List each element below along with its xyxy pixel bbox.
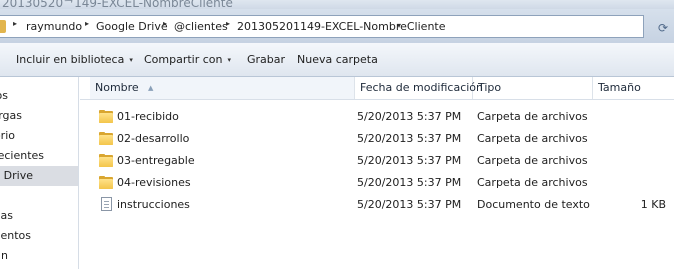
folder-icon [99,132,113,145]
file-name: 03-entregable [117,154,195,167]
burn-label: Grabar [247,53,286,66]
include-library-label: Incluir en biblioteca [16,53,125,66]
text-document-icon [101,197,112,211]
file-row[interactable]: 01-recibido 5/20/2013 5:37 PM Carpeta de… [80,106,674,128]
navigation-pane: os rgas orio recientes e Drive as mentos… [0,77,79,269]
file-name: 01-recibido [117,110,179,123]
folder-icon [99,154,113,167]
window-title-bar: 20130520ᄏ149-EXCEL-NombreCliente [0,0,674,9]
column-header-label: Fecha de modificación [360,81,484,94]
folder-icon [99,176,113,189]
share-with-label: Compartir con [144,53,223,66]
nav-item-selected[interactable]: e Drive [0,166,78,186]
column-header-row: Nombre ▲ Fecha de modificación Tipo Tama… [80,77,674,100]
nav-item[interactable]: n [0,246,78,266]
chevron-right-icon[interactable]: ▸ [85,19,89,28]
file-name: 02-desarrollo [117,132,190,145]
folder-icon [99,110,113,123]
file-name: instrucciones [117,198,190,211]
column-header-label: Tipo [478,81,502,94]
breadcrumb-item[interactable]: raymundo [26,20,82,33]
nav-item[interactable]: mentos [0,226,78,246]
address-box[interactable]: ▸ raymundo ▸ Google Drive ▸ @clientes ▸ … [0,15,644,38]
new-folder-button[interactable]: Nueva carpeta [297,53,378,66]
file-row[interactable]: 04-revisiones 5/20/2013 5:37 PM Carpeta … [80,172,674,194]
file-row[interactable]: 02-desarrollo 5/20/2013 5:37 PM Carpeta … [80,128,674,150]
file-name: 04-revisiones [117,176,191,189]
column-header-name[interactable]: Nombre ▲ [90,77,355,99]
chevron-right-icon[interactable]: ▸ [226,19,230,28]
file-row[interactable]: 03-entregable 5/20/2013 5:37 PM Carpeta … [80,150,674,172]
column-header-type[interactable]: Tipo [473,77,593,99]
nav-item[interactable]: as [0,206,78,226]
include-library-button[interactable]: Incluir en biblioteca ▾ [16,53,133,66]
file-modified: 5/20/2013 5:37 PM [357,198,462,211]
file-modified: 5/20/2013 5:37 PM [357,132,462,145]
file-type: Carpeta de archivos [477,110,588,123]
column-header-modified[interactable]: Fecha de modificación [355,77,483,99]
file-modified: 5/20/2013 5:37 PM [357,110,462,123]
breadcrumb-item[interactable]: Google Drive [96,20,168,33]
file-type: Documento de texto [477,198,590,211]
breadcrumb-item[interactable]: @clientes [174,20,228,33]
column-header-label: Tamaño [598,81,641,94]
nav-item[interactable]: recientes [0,146,78,166]
file-type: Carpeta de archivos [477,176,588,189]
column-header-label: Nombre [95,81,139,94]
sort-ascending-icon: ▲ [148,84,154,92]
chevron-right-icon[interactable]: ▸ [163,19,167,28]
file-modified: 5/20/2013 5:37 PM [357,176,462,189]
folder-icon [0,20,6,33]
file-type: Carpeta de archivos [477,132,588,145]
breadcrumb-item[interactable]: 201305201149-EXCEL-NombreCliente [237,20,446,33]
column-header-size[interactable]: Tamaño [593,77,674,99]
nav-item[interactable]: rgas [0,106,78,126]
refresh-icon[interactable]: ⟳ [652,17,674,39]
share-with-button[interactable]: Compartir con ▾ [144,53,231,66]
nav-item[interactable]: orio [0,126,78,146]
window-title: 20130520ᄏ149-EXCEL-NombreCliente [2,0,233,9]
command-toolbar: Incluir en biblioteca ▾ Compartir con ▾ Gr… [0,43,674,77]
file-row[interactable]: instrucciones 5/20/2013 5:37 PM Document… [80,194,674,216]
chevron-right-icon[interactable]: ▸ [13,19,17,28]
file-modified: 5/20/2013 5:37 PM [357,154,462,167]
chevron-down-icon[interactable]: ▾ [397,21,401,30]
nav-item[interactable]: os [0,86,78,106]
nav-item[interactable] [0,186,78,206]
new-folder-label: Nueva carpeta [297,53,378,66]
address-bar: ▸ raymundo ▸ Google Drive ▸ @clientes ▸ … [0,9,674,43]
file-size: 1 KB [640,198,666,211]
burn-button[interactable]: Grabar [247,53,285,66]
chevron-down-icon: ▾ [129,56,133,64]
file-type: Carpeta de archivos [477,154,588,167]
chevron-down-icon: ▾ [227,56,232,64]
